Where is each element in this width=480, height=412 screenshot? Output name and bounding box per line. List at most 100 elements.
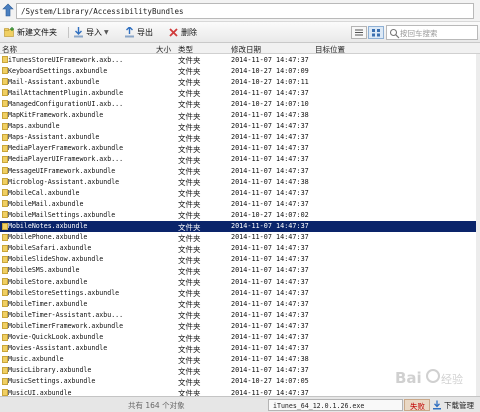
download-manager-button[interactable]: 下载管理 [432, 399, 479, 411]
file-name: MobilePhone.axbundle [8, 233, 88, 242]
file-name: MobileTimerFramework.axbundle [8, 321, 124, 330]
file-name: MobileNotes.axbundle [8, 222, 88, 230]
file-date: 2014-11-07 14:47:38 [231, 177, 309, 186]
delete-icon [168, 27, 179, 38]
file-date: 2014-10-27 14:07:10 [231, 99, 309, 108]
file-name: MobileTimer.axbundle [8, 299, 88, 308]
file-name: MailAttachmentPlugin.axbundle [8, 88, 124, 97]
file-row[interactable]: Microblog-Assistant.axbundle 文件夹 2014-11-0… [0, 176, 476, 187]
chevron-down-icon: ▼ [104, 29, 109, 36]
export-button[interactable]: 导出 [124, 26, 153, 39]
file-name: Music.axbundle [8, 355, 64, 364]
file-row[interactable]: MobileTimerFramework.axbundle 文件夹 2014-11-… [0, 320, 476, 331]
file-row[interactable]: MailAttachmentPlugin.axbundle 文件夹 2014-11-… [0, 87, 476, 98]
list-view-button[interactable] [351, 26, 367, 39]
file-name: Maps-Assistant.axbundle [8, 133, 100, 142]
file-row[interactable]: Movie-QuickLook.axbundle 文件夹 2014-11-07 14… [0, 332, 476, 343]
file-date: 2014-11-07 14:47:37 [231, 233, 309, 242]
file-row[interactable]: MapKitFramework.axbundle 文件夹 2014-11-07 14… [0, 110, 476, 121]
file-row[interactable]: Music.axbundle 文件夹 2014-11-07 14:47:38 [0, 354, 476, 365]
file-row[interactable]: MobileTimer-Assistant.axbu... 文件夹 2014-11-… [0, 309, 476, 320]
new-folder-button[interactable]: 新建文件夹 [4, 26, 57, 39]
file-name: MobileSlideShow.axbundle [8, 255, 104, 264]
export-label: 导出 [137, 28, 153, 37]
address-input[interactable]: /System/Library/AccessibilityBundles [16, 3, 474, 19]
toolbar-divider [68, 27, 69, 38]
file-date: 2014-11-07 14:47:38 [231, 111, 309, 119]
file-name: iTunesStoreUIFramework.axb... [8, 55, 124, 64]
file-row[interactable]: MobilePhone.axbundle 文件夹 2014-11-07 14:47:… [0, 232, 476, 243]
file-date: 2014-11-07 14:47:37 [231, 88, 309, 97]
address-row: /System/Library/AccessibilityBundles [0, 0, 480, 22]
file-row[interactable]: MobileStore.axbundle 文件夹 2014-11-07 14:47:… [0, 276, 476, 287]
file-row[interactable]: MobileCal.axbundle 文件夹 2014-11-07 14:47:37 [0, 187, 476, 198]
file-row[interactable]: ManagedConfigurationUI.axb... 文件夹 2014-10-… [0, 98, 476, 109]
file-row[interactable]: Maps.axbundle 文件夹 2014-11-07 14:47:37 [0, 121, 476, 132]
export-icon [124, 26, 135, 38]
file-name: MusicLibrary.axbundle [8, 366, 92, 375]
file-date: 2014-11-07 14:47:38 [231, 355, 309, 364]
list-view-icon [355, 29, 363, 36]
download-status-badge[interactable]: 失败 [404, 399, 430, 411]
file-date: 2014-11-07 14:47:37 [231, 333, 309, 341]
file-date: 2014-11-07 14:47:37 [231, 321, 309, 330]
file-row[interactable]: MessageUIFramework.axbundle 文件夹 2014-11-07… [0, 165, 476, 176]
file-row[interactable]: Mail-Assistant.axbundle 文件夹 2014-10-27 14:… [0, 76, 476, 87]
file-name: MobileStoreSettings.axbundle [8, 288, 120, 297]
file-date: 2014-11-07 14:47:37 [231, 166, 309, 175]
file-date: 2014-11-07 14:47:37 [231, 222, 309, 230]
file-row[interactable]: MobileSlideShow.axbundle 文件夹 2014-11-07 14… [0, 254, 476, 265]
baidu-watermark: Bai 经验 [395, 366, 475, 390]
file-type: 文件夹 [178, 389, 201, 396]
file-name: Microblog-Assistant.axbundle [8, 177, 120, 186]
delete-label: 删除 [181, 28, 197, 37]
file-name: Mail-Assistant.axbundle [8, 77, 100, 86]
file-row[interactable]: iTunesStoreUIFramework.axb... 文件夹 2014-11-… [0, 54, 476, 65]
svg-text:Bai: Bai [395, 369, 422, 387]
file-date: 2014-11-07 14:47:37 [231, 188, 309, 197]
file-row[interactable]: MobileNotes.axbundle 文件夹 2014-11-07 14:47:… [0, 220, 476, 232]
file-date: 2014-11-07 14:47:37 [231, 244, 309, 253]
vertical-scrollbar[interactable] [476, 54, 480, 396]
file-name: MobileSafari.axbundle [8, 244, 92, 253]
import-label: 导入 [86, 28, 102, 37]
file-date: 2014-11-07 14:47:37 [231, 266, 309, 275]
file-row[interactable]: MobileTimer.axbundle 文件夹 2014-11-07 14:47:… [0, 298, 476, 309]
file-date: 2014-11-07 14:47:37 [231, 388, 309, 397]
file-name: MediaPlayerFramework.axbundle [8, 144, 124, 153]
search-icon [389, 28, 400, 38]
file-date: 2014-11-07 14:47:37 [231, 199, 309, 208]
file-date: 2014-10-27 14:07:09 [231, 66, 309, 75]
toolbar: 新建文件夹 导入 ▼ 导出 删除 按回车搜索 [0, 22, 480, 43]
file-row[interactable]: MediaPlayerFramework.axbundle 文件夹 2014-11-… [0, 143, 476, 154]
file-row[interactable]: KeyboardSettings.axbundle 文件夹 2014-10-27 1… [0, 65, 476, 76]
file-date: 2014-11-07 14:47:37 [231, 366, 309, 375]
import-button[interactable]: 导入 ▼ [73, 26, 109, 39]
file-row[interactable]: MobileMailSettings.axbundle 文件夹 2014-10-27… [0, 209, 476, 220]
file-date: 2014-10-27 14:07:05 [231, 377, 309, 386]
file-row[interactable]: MobileStoreSettings.axbundle 文件夹 2014-11-0… [0, 287, 476, 298]
file-row[interactable]: MobileSMS.axbundle 文件夹 2014-11-07 14:47:37 [0, 265, 476, 276]
download-icon [433, 400, 441, 410]
download-task[interactable]: iTunes_64_12.0.1.26.exe [268, 399, 403, 411]
file-row[interactable]: MobileMail.axbundle 文件夹 2014-11-07 14:47:3… [0, 198, 476, 209]
search-input[interactable]: 按回车搜索 [386, 25, 478, 40]
file-row[interactable]: Movies-Assistant.axbundle 文件夹 2014-11-07 1… [0, 343, 476, 354]
file-row[interactable]: Maps-Assistant.axbundle 文件夹 2014-11-07 14:… [0, 132, 476, 143]
file-date: 2014-11-07 14:47:37 [231, 288, 309, 297]
delete-button[interactable]: 删除 [168, 26, 197, 39]
up-arrow-icon[interactable] [2, 3, 14, 18]
file-row[interactable]: MobileSafari.axbundle 文件夹 2014-11-07 14:47… [0, 243, 476, 254]
file-name: ManagedConfigurationUI.axb... [8, 99, 124, 108]
file-date: 2014-11-07 14:47:37 [231, 310, 309, 319]
file-list: iTunesStoreUIFramework.axb... 文件夹 2014-11-… [0, 54, 476, 396]
file-row[interactable]: MediaPlayerUIFramework.axb... 文件夹 2014-11-… [0, 154, 476, 165]
column-header: 名称 大小 类型 修改日期 目标位置 [0, 43, 480, 54]
file-date: 2014-11-07 14:47:37 [231, 155, 309, 164]
address-path: /System/Library/AccessibilityBundles [21, 7, 184, 16]
file-name: MobileMailSettings.axbundle [8, 210, 116, 219]
grid-view-button[interactable] [368, 26, 384, 39]
file-date: 2014-11-07 14:47:37 [231, 255, 309, 264]
file-name: MobileTimer-Assistant.axbu... [8, 310, 124, 319]
new-folder-label: 新建文件夹 [17, 28, 57, 37]
